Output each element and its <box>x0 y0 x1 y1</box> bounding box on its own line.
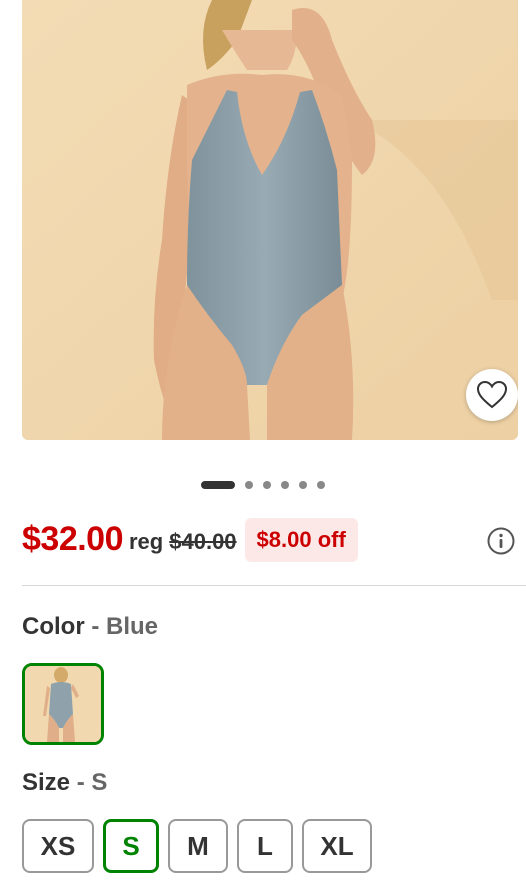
carousel-dot[interactable] <box>281 481 289 489</box>
size-label: Size - S <box>22 769 107 797</box>
divider <box>22 585 526 586</box>
product-photo <box>22 0 518 440</box>
color-label: Color - Blue <box>22 613 158 641</box>
regular-price: $40.00 <box>169 529 237 554</box>
color-label-text: Color <box>22 613 85 640</box>
size-option-l[interactable]: L <box>237 819 293 873</box>
carousel-dot[interactable] <box>317 481 325 489</box>
carousel-dot[interactable] <box>299 481 307 489</box>
favorite-button[interactable] <box>466 369 518 421</box>
product-image[interactable] <box>22 0 518 440</box>
discount-badge: $8.00 off <box>244 518 358 562</box>
size-option-xs[interactable]: XS <box>22 819 94 873</box>
info-circle-icon[interactable] <box>487 527 515 555</box>
carousel-dot[interactable] <box>263 481 271 489</box>
carousel-dot[interactable] <box>245 481 253 489</box>
regular-price-label: reg <box>129 529 164 554</box>
size-option-m[interactable]: M <box>168 819 228 873</box>
size-option-s[interactable]: S <box>103 819 159 873</box>
swatch-thumbnail <box>25 666 101 742</box>
color-selected-value: Blue <box>106 613 159 640</box>
size-option-xl[interactable]: XL <box>302 819 372 873</box>
size-selected-value: S <box>91 769 108 796</box>
carousel-dot-active[interactable] <box>201 481 235 489</box>
image-carousel-indicator[interactable] <box>0 479 526 491</box>
color-swatch-blue[interactable] <box>22 663 104 745</box>
heart-outline-icon <box>477 381 507 409</box>
size-separator: - <box>70 769 92 796</box>
color-separator: - <box>84 613 106 640</box>
price-row: $32.00 reg $40.00 $8.00 off <box>22 517 358 562</box>
size-label-text: Size <box>22 769 71 796</box>
size-options: XS S M L XL <box>22 819 372 873</box>
current-price: $32.00 <box>22 519 124 558</box>
